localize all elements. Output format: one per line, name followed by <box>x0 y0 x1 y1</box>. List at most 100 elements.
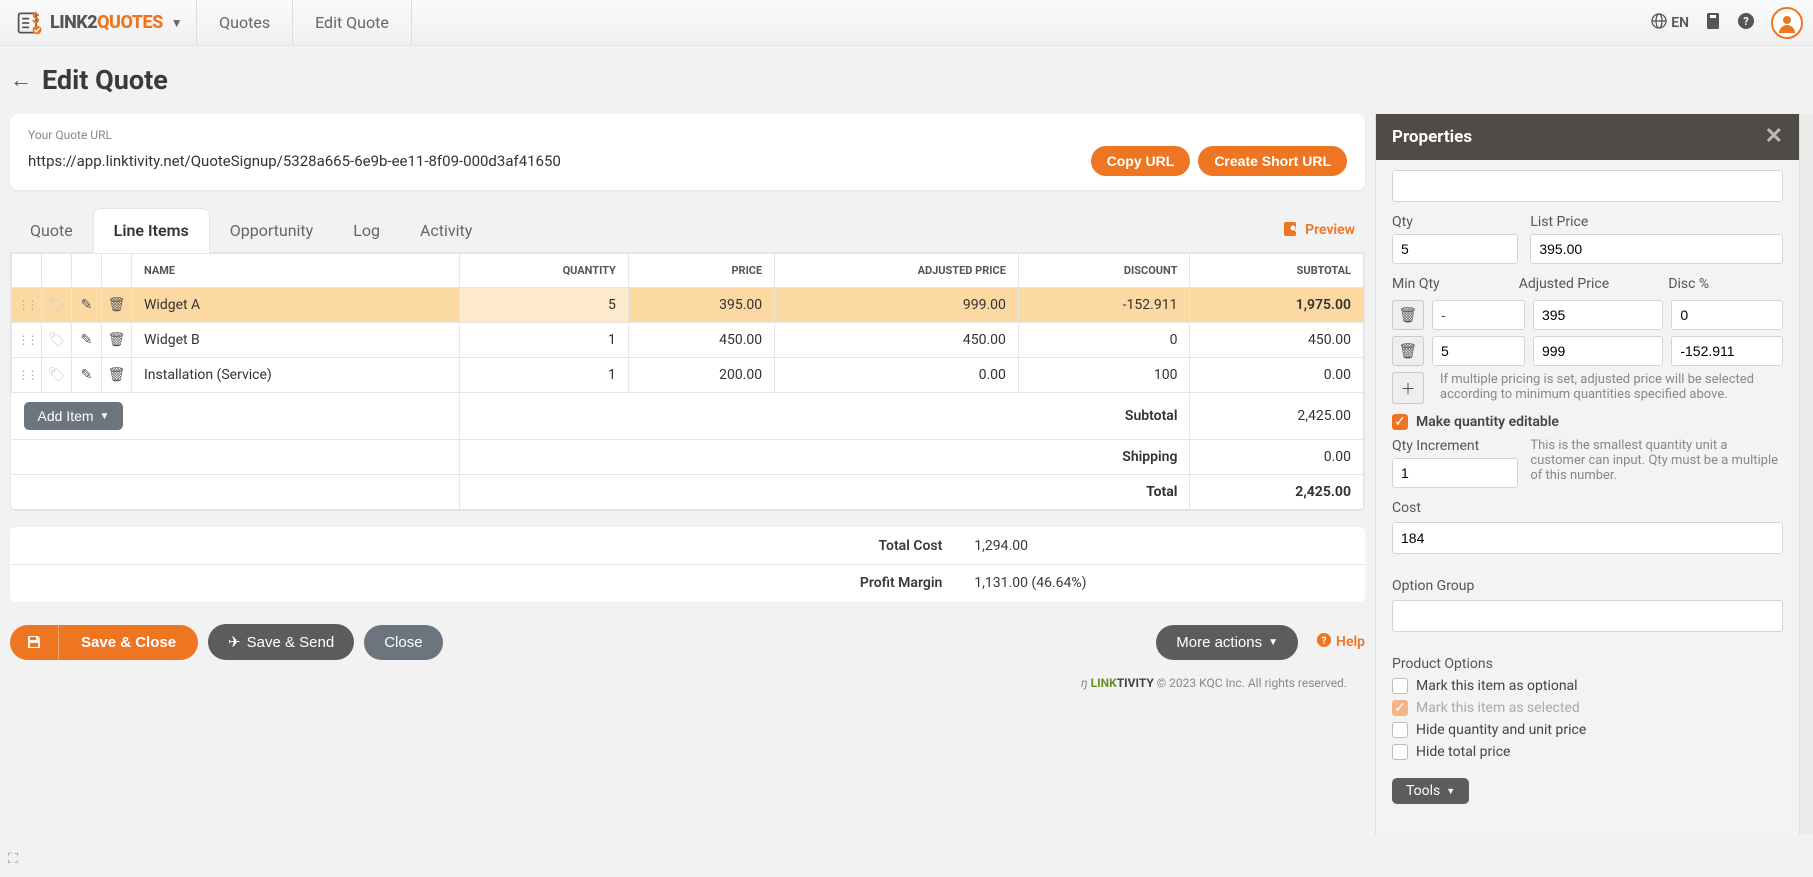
trash-icon[interactable]: 🗑 <box>108 367 126 383</box>
vertical-scrollbar[interactable] <box>1799 114 1813 834</box>
profit-margin-label: Profit Margin <box>11 565 959 602</box>
close-panel-icon[interactable]: ✕ <box>1765 126 1783 148</box>
add-tier-button[interactable]: ＋ <box>1392 372 1424 404</box>
cell-subtotal: 1,975.00 <box>1190 288 1364 323</box>
shipping-label: Shipping <box>460 440 1190 475</box>
tools-dropdown[interactable]: Tools▼ <box>1392 778 1469 804</box>
quote-url: https://app.linktivity.net/QuoteSignup/5… <box>28 152 561 170</box>
remove-tier-button[interactable]: 🗑 <box>1392 336 1424 366</box>
save-send-button[interactable]: ✈Save & Send <box>208 624 354 660</box>
close-button[interactable]: Close <box>364 625 442 660</box>
save-close-button[interactable]: Save & Close <box>58 625 198 660</box>
cell-disc: 0 <box>1018 323 1190 358</box>
th-adjusted-price: ADJUSTED PRICE <box>775 254 1019 288</box>
properties-title: Properties <box>1392 127 1472 147</box>
tier-disc-input[interactable] <box>1671 300 1783 330</box>
cost-label: Cost <box>1392 500 1783 516</box>
tier-adj-input[interactable] <box>1533 300 1663 330</box>
breadcrumb-edit-quote[interactable]: Edit Quote <box>293 0 412 45</box>
hide-total-checkbox[interactable] <box>1392 744 1408 760</box>
fullscreen-icon[interactable]: ⛶ <box>8 851 18 867</box>
th-quantity: QUANTITY <box>460 254 628 288</box>
subtotal-label: Subtotal <box>460 393 1190 440</box>
copy-url-button[interactable]: Copy URL <box>1091 146 1191 176</box>
qty-incr-label: Qty Increment <box>1392 438 1518 454</box>
total-cost-label: Total Cost <box>11 528 959 565</box>
help-icon[interactable]: ? <box>1737 12 1755 34</box>
url-card: Your Quote URL https://app.linktivity.ne… <box>10 114 1365 190</box>
edit-icon[interactable]: ✎ <box>81 297 93 313</box>
table-row[interactable]: ⋮⋮ 🏷 ✎ 🗑 Widget B 1 450.00 450.00 0 450.… <box>12 323 1364 358</box>
table-row[interactable]: ⋮⋮ 🏷 ✎ 🗑 Installation (Service) 1 200.00… <box>12 358 1364 393</box>
user-avatar[interactable] <box>1771 7 1803 39</box>
tab-log[interactable]: Log <box>333 209 400 252</box>
optional-checkbox[interactable] <box>1392 678 1408 694</box>
disc-label: Disc % <box>1668 276 1783 292</box>
drag-handle-icon[interactable]: ⋮⋮ <box>18 298 36 312</box>
drag-handle-icon[interactable]: ⋮⋮ <box>18 333 36 347</box>
brand-dropdown[interactable]: $ LINK2QUOTES ▼ <box>10 0 197 45</box>
brand-icon: $ <box>16 9 44 37</box>
cell-qty: 5 <box>460 288 628 323</box>
properties-name-input[interactable] <box>1392 170 1783 202</box>
tab-quote[interactable]: Quote <box>10 209 93 252</box>
main-area: Your Quote URL https://app.linktivity.ne… <box>0 114 1375 834</box>
add-item-label: Add Item <box>38 408 94 424</box>
cell-adj: 999.00 <box>775 288 1019 323</box>
tier-adj-input[interactable] <box>1533 336 1663 366</box>
globe-icon <box>1651 13 1667 33</box>
tier-disc-input[interactable] <box>1671 336 1783 366</box>
edit-icon[interactable]: ✎ <box>81 367 93 383</box>
footer-actions: Save & Close ✈Save & Send Close More act… <box>10 624 1365 660</box>
trash-icon[interactable]: 🗑 <box>108 297 126 313</box>
tab-bar: Quote Line Items Opportunity Log Activit… <box>10 208 1365 253</box>
cell-disc: -152.911 <box>1018 288 1190 323</box>
option-group-input[interactable] <box>1392 600 1783 632</box>
page-title: Edit Quote <box>42 64 168 96</box>
tag-icon[interactable]: 🏷 <box>48 367 66 383</box>
more-actions-button[interactable]: More actions▼ <box>1156 625 1298 660</box>
tab-activity[interactable]: Activity <box>400 209 492 252</box>
create-short-url-button[interactable]: Create Short URL <box>1198 146 1347 176</box>
help-link[interactable]: ?Help <box>1316 632 1365 652</box>
line-items-table: NAME QUANTITY PRICE ADJUSTED PRICE DISCO… <box>10 253 1365 511</box>
tier-minqty-input[interactable] <box>1432 336 1525 366</box>
qty-input[interactable] <box>1392 234 1518 264</box>
qty-label: Qty <box>1392 214 1518 230</box>
listprice-input[interactable] <box>1530 234 1783 264</box>
qty-incr-note: This is the smallest quantity unit a cus… <box>1530 438 1783 483</box>
properties-header: Properties ✕ <box>1376 114 1799 160</box>
hide-qty-checkbox[interactable] <box>1392 722 1408 738</box>
language-switch[interactable]: EN <box>1651 13 1689 33</box>
th-subtotal: SUBTOTAL <box>1190 254 1364 288</box>
product-options-label: Product Options <box>1392 656 1783 672</box>
footer-copyright: ŋ LINKTIVITY © 2023 KQC Inc. All rights … <box>10 660 1365 696</box>
drag-handle-icon[interactable]: ⋮⋮ <box>18 368 36 382</box>
cell-name: Installation (Service) <box>132 358 460 393</box>
add-item-button[interactable]: Add Item▼ <box>24 402 124 430</box>
hide-qty-label: Hide quantity and unit price <box>1416 722 1586 738</box>
tag-icon[interactable]: 🏷 <box>48 332 66 348</box>
cell-price: 200.00 <box>628 358 774 393</box>
breadcrumb-quotes[interactable]: Quotes <box>197 0 293 45</box>
remove-tier-button[interactable]: 🗑 <box>1392 300 1424 330</box>
make-qty-editable-checkbox[interactable]: ✓ <box>1392 414 1408 430</box>
tag-icon[interactable]: 🏷 <box>48 297 66 313</box>
option-group-label: Option Group <box>1392 578 1783 594</box>
tab-line-items[interactable]: Line Items <box>93 208 210 253</box>
trash-icon[interactable]: 🗑 <box>108 332 126 348</box>
top-bar: $ LINK2QUOTES ▼ Quotes Edit Quote EN ? <box>0 0 1813 46</box>
cell-qty: 1 <box>460 358 628 393</box>
preview-link[interactable]: Preview <box>1283 220 1365 240</box>
save-indicator-icon[interactable] <box>1705 12 1721 34</box>
edit-icon[interactable]: ✎ <box>81 332 93 348</box>
cost-input[interactable] <box>1392 522 1783 554</box>
save-icon-button[interactable] <box>10 625 58 660</box>
cell-adj: 0.00 <box>775 358 1019 393</box>
tab-opportunity[interactable]: Opportunity <box>210 209 334 252</box>
chevron-down-icon: ▼ <box>1268 637 1278 648</box>
qty-incr-input[interactable] <box>1392 458 1518 488</box>
back-arrow-icon[interactable]: ← <box>10 67 32 93</box>
table-row[interactable]: ⋮⋮ 🏷 ✎ 🗑 Widget A 5 395.00 999.00 -152.9… <box>12 288 1364 323</box>
tier-minqty-input <box>1432 300 1525 330</box>
